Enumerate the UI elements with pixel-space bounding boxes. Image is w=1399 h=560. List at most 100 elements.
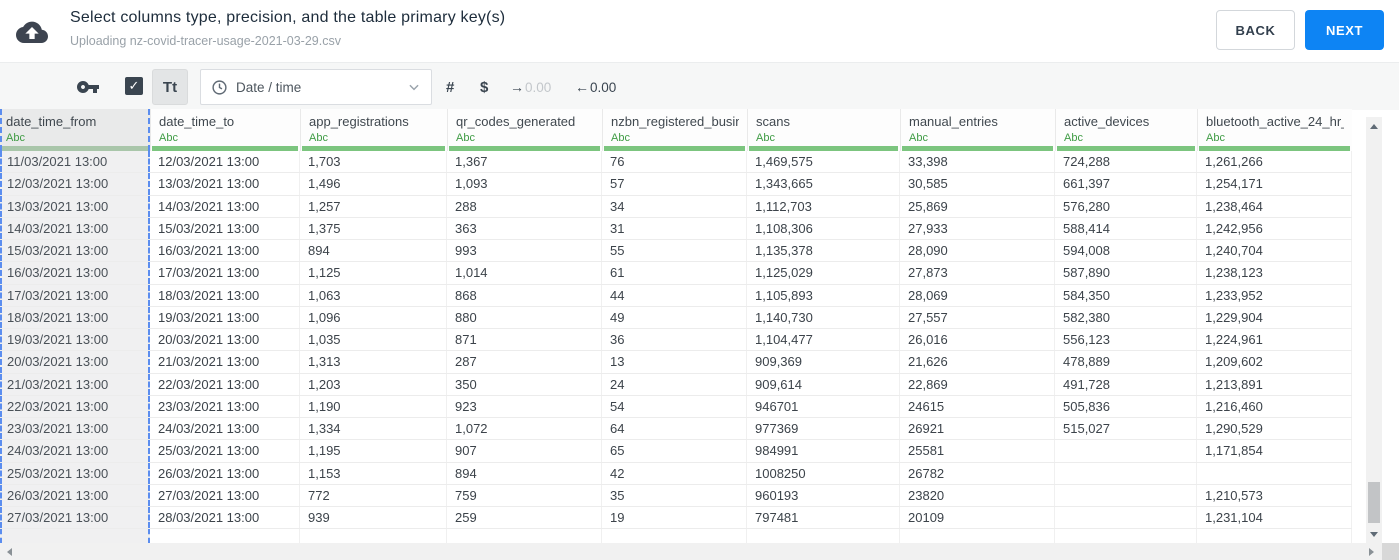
column-type-dropdown[interactable]: Date / time (200, 69, 432, 105)
text-type-button[interactable]: Tt (152, 69, 188, 105)
table-cell[interactable]: 13/03/2021 13:00 (0, 195, 150, 217)
table-cell[interactable]: 26782 (900, 462, 1055, 484)
table-cell[interactable]: 1,238,464 (1197, 195, 1352, 217)
table-cell[interactable]: 977369 (747, 418, 900, 440)
column-header-manual_entries[interactable]: manual_entries Abc (900, 109, 1055, 151)
table-cell[interactable]: 22,869 (900, 373, 1055, 395)
back-button[interactable]: BACK (1216, 10, 1295, 50)
primary-key-icon[interactable] (76, 75, 100, 99)
table-cell[interactable]: 1,210,573 (1197, 484, 1352, 506)
table-cell[interactable]: 26/03/2021 13:00 (150, 462, 300, 484)
table-cell[interactable]: 576,280 (1055, 195, 1197, 217)
table-cell[interactable] (1197, 462, 1352, 484)
table-cell[interactable]: 1,469,575 (747, 151, 900, 173)
table-cell[interactable]: 363 (447, 217, 602, 239)
table-cell[interactable]: 30,585 (900, 173, 1055, 195)
table-cell[interactable]: 21/03/2021 13:00 (150, 351, 300, 373)
table-cell[interactable]: 259 (447, 507, 602, 529)
table-cell[interactable]: 20/03/2021 13:00 (0, 351, 150, 373)
table-cell[interactable]: 34 (602, 195, 747, 217)
table-cell[interactable]: 350 (447, 373, 602, 395)
number-type-button[interactable]: # (440, 69, 460, 105)
column-header-date_time_to[interactable]: date_time_to Abc (150, 109, 300, 151)
column-header-scans[interactable]: scans Abc (747, 109, 900, 151)
column-header-qr_codes_generated[interactable]: qr_codes_generated Abc (447, 109, 602, 151)
table-cell[interactable]: 1,171,854 (1197, 440, 1352, 462)
table-cell[interactable]: 1,135,378 (747, 240, 900, 262)
table-cell[interactable]: 57 (602, 173, 747, 195)
table-cell[interactable]: 923 (447, 395, 602, 417)
table-cell[interactable]: 1,153 (300, 462, 447, 484)
table-cell[interactable]: 25/03/2021 13:00 (150, 440, 300, 462)
scroll-down-icon[interactable] (1366, 527, 1382, 541)
increase-decimal-button[interactable]: →0.00 (506, 69, 555, 105)
table-cell[interactable]: 1,257 (300, 195, 447, 217)
table-cell[interactable]: 28,090 (900, 240, 1055, 262)
table-cell[interactable]: 26921 (900, 418, 1055, 440)
table-cell[interactable]: 35 (602, 484, 747, 506)
table-cell[interactable]: 65 (602, 440, 747, 462)
table-cell[interactable]: 27/03/2021 13:00 (150, 484, 300, 506)
table-cell[interactable]: 13/03/2021 13:00 (150, 173, 300, 195)
table-cell[interactable]: 25/03/2021 13:00 (0, 462, 150, 484)
table-cell[interactable]: 1,216,460 (1197, 395, 1352, 417)
table-cell[interactable]: 61 (602, 262, 747, 284)
table-cell[interactable]: 27,873 (900, 262, 1055, 284)
table-cell[interactable]: 36 (602, 329, 747, 351)
table-cell[interactable]: 1,063 (300, 284, 447, 306)
table-cell[interactable]: 12/03/2021 13:00 (0, 173, 150, 195)
table-cell[interactable]: 28,069 (900, 284, 1055, 306)
table-cell[interactable]: 1,261,266 (1197, 151, 1352, 173)
table-cell[interactable]: 661,397 (1055, 173, 1197, 195)
table-cell[interactable]: 31 (602, 217, 747, 239)
table-cell[interactable]: 993 (447, 240, 602, 262)
table-cell[interactable]: 584,350 (1055, 284, 1197, 306)
table-cell[interactable]: 15/03/2021 13:00 (150, 217, 300, 239)
table-cell[interactable]: 23/03/2021 13:00 (0, 418, 150, 440)
table-cell[interactable]: 16/03/2021 13:00 (150, 240, 300, 262)
table-cell[interactable]: 772 (300, 484, 447, 506)
table-cell[interactable]: 21,626 (900, 351, 1055, 373)
table-cell[interactable]: 76 (602, 151, 747, 173)
table-cell[interactable]: 894 (300, 240, 447, 262)
table-cell[interactable]: 55 (602, 240, 747, 262)
scroll-left-icon[interactable] (2, 543, 16, 560)
table-cell[interactable]: 894 (447, 462, 602, 484)
table-cell[interactable]: 871 (447, 329, 602, 351)
table-cell[interactable]: 1,238,123 (1197, 262, 1352, 284)
table-cell[interactable]: 19/03/2021 13:00 (0, 329, 150, 351)
vertical-scrollbar-thumb[interactable] (1368, 482, 1380, 523)
table-cell[interactable]: 1,035 (300, 329, 447, 351)
table-cell[interactable]: 1,140,730 (747, 306, 900, 328)
table-cell[interactable]: 25,869 (900, 195, 1055, 217)
table-cell[interactable]: 22/03/2021 13:00 (150, 373, 300, 395)
table-cell[interactable]: 11/03/2021 13:00 (0, 151, 150, 173)
table-cell[interactable]: 1,254,171 (1197, 173, 1352, 195)
next-button[interactable]: NEXT (1305, 10, 1384, 50)
table-cell[interactable]: 26,016 (900, 329, 1055, 351)
table-cell[interactable]: 1,093 (447, 173, 602, 195)
table-cell[interactable]: 1,367 (447, 151, 602, 173)
table-cell[interactable]: 33,398 (900, 151, 1055, 173)
table-cell[interactable]: 24 (602, 373, 747, 395)
table-cell[interactable]: 1,190 (300, 395, 447, 417)
table-cell[interactable]: 22/03/2021 13:00 (0, 395, 150, 417)
table-cell[interactable]: 1,496 (300, 173, 447, 195)
table-cell[interactable]: 17/03/2021 13:00 (150, 262, 300, 284)
table-cell[interactable]: 49 (602, 306, 747, 328)
table-cell[interactable]: 797481 (747, 507, 900, 529)
vertical-scrollbar[interactable] (1366, 117, 1382, 543)
table-cell[interactable]: 1,334 (300, 418, 447, 440)
table-cell[interactable]: 588,414 (1055, 217, 1197, 239)
table-cell[interactable]: 1,105,893 (747, 284, 900, 306)
table-cell[interactable]: 1,014 (447, 262, 602, 284)
table-cell[interactable]: 1,224,961 (1197, 329, 1352, 351)
table-cell[interactable]: 27,557 (900, 306, 1055, 328)
table-cell[interactable]: 20109 (900, 507, 1055, 529)
table-cell[interactable]: 1,229,904 (1197, 306, 1352, 328)
table-cell[interactable]: 491,728 (1055, 373, 1197, 395)
table-cell[interactable]: 20/03/2021 13:00 (150, 329, 300, 351)
table-cell[interactable]: 23820 (900, 484, 1055, 506)
table-cell[interactable]: 1,213,891 (1197, 373, 1352, 395)
table-cell[interactable]: 54 (602, 395, 747, 417)
